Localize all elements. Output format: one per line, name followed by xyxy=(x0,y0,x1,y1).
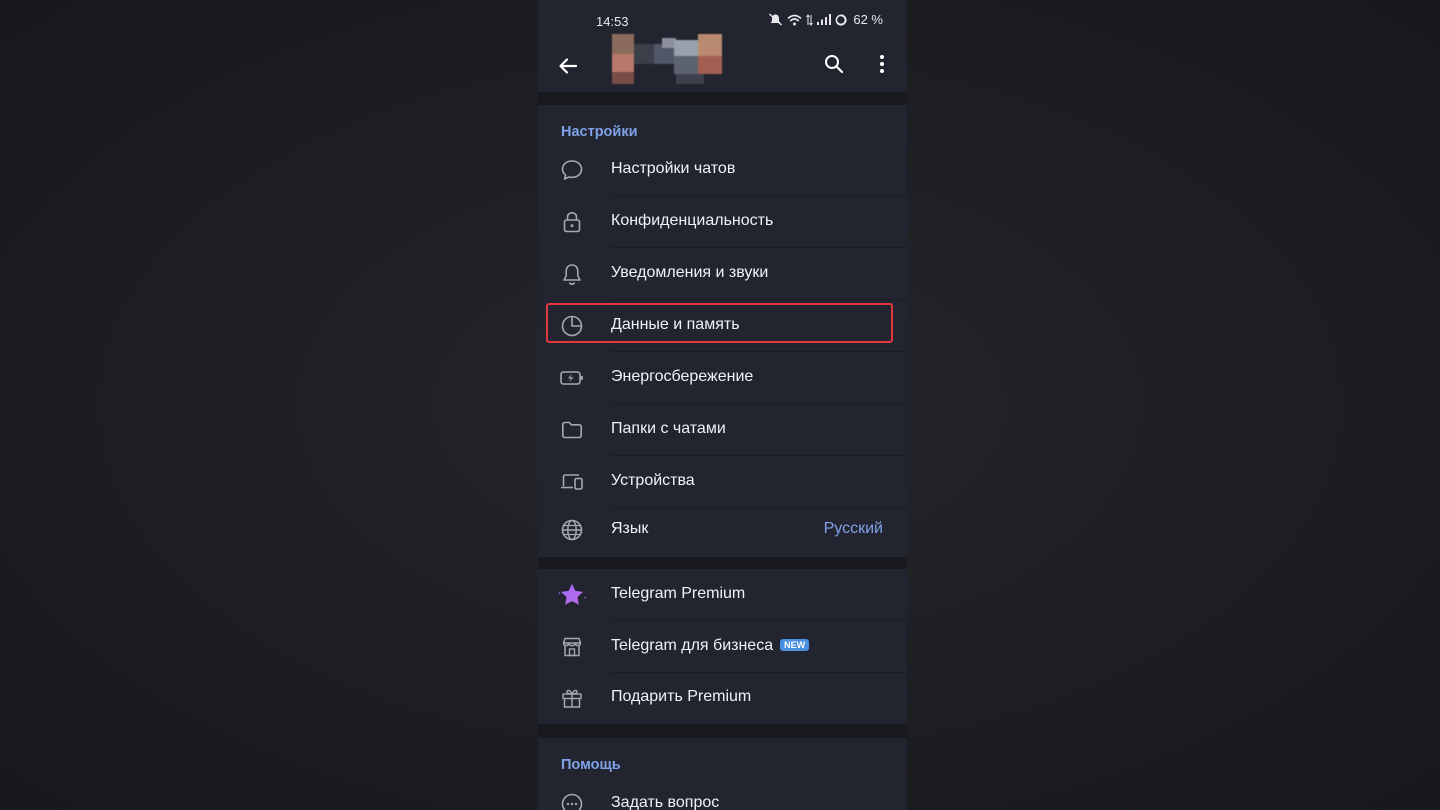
settings-item-label: Папки с чатами xyxy=(611,420,726,437)
more-options-button[interactable] xyxy=(866,48,898,80)
settings-item-label: Конфиденциальность xyxy=(611,212,774,229)
help-item-label: Задать вопрос xyxy=(611,794,720,810)
search-button[interactable] xyxy=(818,48,850,80)
help-section: Помощь Задать вопрос xyxy=(538,738,907,810)
settings-item-label: Язык xyxy=(611,520,649,537)
help-item-ask-question[interactable]: Задать вопрос xyxy=(538,778,907,810)
settings-item-chat-folders[interactable]: Папки с чатами xyxy=(538,404,907,456)
folder-icon xyxy=(558,416,586,444)
mute-icon xyxy=(769,13,783,26)
premium-item-business[interactable]: Telegram для бизнеса NEW xyxy=(538,621,907,673)
premium-item-label: Telegram для бизнеса NEW xyxy=(611,637,810,655)
devices-icon xyxy=(558,468,586,496)
section-title-help: Помощь xyxy=(561,757,621,773)
section-gap xyxy=(538,724,907,738)
settings-item-label: Настройки чатов xyxy=(611,160,736,177)
question-bubble-icon xyxy=(558,790,586,810)
premium-item-telegram-premium[interactable]: Telegram Premium xyxy=(538,569,907,621)
signal-icon xyxy=(817,14,832,25)
store-icon xyxy=(558,633,586,661)
premium-item-gift-premium[interactable]: Подарить Premium xyxy=(538,672,907,724)
blurred-profile xyxy=(606,34,730,86)
settings-item-chats[interactable]: Настройки чатов xyxy=(538,144,907,196)
settings-item-label: Энергосбережение xyxy=(611,368,754,385)
battery-ring-icon xyxy=(836,13,847,26)
business-label: Telegram для бизнеса xyxy=(611,637,774,654)
phone-screen: 14:53 62 % Настройки Настройки чатов Кон… xyxy=(538,0,907,810)
search-icon xyxy=(825,55,844,74)
more-vertical-icon xyxy=(880,55,884,73)
settings-item-language[interactable]: Язык Русский xyxy=(538,504,907,556)
gift-icon xyxy=(558,684,586,712)
premium-item-label: Telegram Premium xyxy=(611,585,746,602)
wifi-icon xyxy=(787,14,802,25)
status-time: 14:53 xyxy=(596,14,629,29)
settings-item-label: Устройства xyxy=(611,472,695,489)
section-gap xyxy=(538,93,907,105)
app-bar xyxy=(538,34,907,93)
settings-item-devices[interactable]: Устройства xyxy=(538,456,907,508)
globe-icon xyxy=(558,516,586,544)
settings-item-power-saving[interactable]: Энергосбережение xyxy=(538,352,907,404)
battery-bolt-icon xyxy=(558,364,586,392)
data-arrows-icon xyxy=(806,13,814,26)
highlight-frame xyxy=(546,303,893,343)
settings-item-notifications[interactable]: Уведомления и звуки xyxy=(538,248,907,300)
chat-bubble-icon xyxy=(558,156,586,184)
battery-percent: 62 % xyxy=(853,12,883,27)
section-title-settings: Настройки xyxy=(561,124,638,140)
status-icons: 62 % xyxy=(768,12,883,27)
settings-item-privacy[interactable]: Конфиденциальность xyxy=(538,196,907,248)
section-gap xyxy=(538,557,907,569)
language-value: Русский xyxy=(823,520,883,537)
premium-section: Telegram Premium Telegram для бизнеса NEW xyxy=(538,569,907,724)
bell-icon xyxy=(558,260,586,288)
new-badge: NEW xyxy=(780,639,810,651)
arrow-left-icon xyxy=(559,58,578,74)
premium-star-icon xyxy=(558,581,586,609)
premium-item-label: Подарить Premium xyxy=(611,688,752,705)
lock-icon xyxy=(558,208,586,236)
settings-item-label: Уведомления и звуки xyxy=(611,264,769,281)
back-button[interactable] xyxy=(552,50,584,82)
